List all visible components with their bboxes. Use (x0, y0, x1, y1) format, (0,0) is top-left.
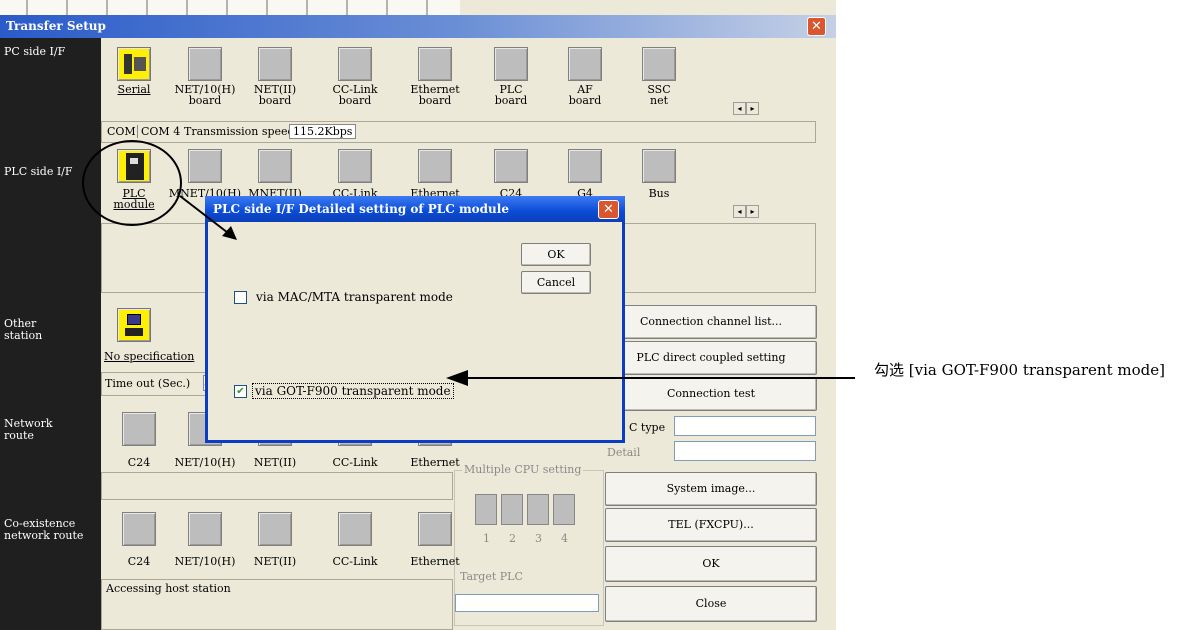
dialog-title-bar: PLC side I/F Detailed setting of PLC mod… (205, 196, 625, 222)
module-icon[interactable] (188, 149, 222, 183)
coexistence-item-label: Ethernet (410, 555, 460, 568)
board-icon[interactable] (494, 47, 528, 81)
target-plc-label: Target PLC (460, 570, 523, 583)
cpu-slot-box[interactable] (553, 494, 575, 525)
plc-type-label: C type (629, 421, 666, 434)
pc-side-item-label: NET/10(H) board (174, 83, 236, 107)
cpu-slot-number: 3 (535, 532, 542, 545)
coexistence-label: Co-existence network route (4, 517, 84, 542)
com-bar: COM COM 4 Transmission speed 115.2Kbps (101, 121, 816, 143)
plc-side-item-label: Bus (648, 187, 670, 200)
mac-mta-checkbox[interactable] (234, 291, 247, 304)
pc-side-item-label: NET(II) board (253, 83, 297, 107)
close-button[interactable]: Close (605, 586, 817, 622)
dialog-close-icon[interactable]: ✕ (598, 200, 619, 219)
pc-side-item-label: AF board (568, 83, 602, 107)
annotation-note: 勾选 [via GOT-F900 transparent mode] (874, 361, 1165, 379)
window-title: Transfer Setup (6, 19, 106, 33)
speed-value[interactable]: 115.2Kbps (289, 124, 357, 139)
multiple-cpu-legend: Multiple CPU setting (462, 463, 584, 476)
pc-scroll-left-button[interactable]: ◂ (733, 102, 746, 115)
speed-label: Transmission speed (184, 125, 295, 138)
module-icon[interactable] (258, 149, 292, 183)
cpu-slot-box[interactable] (501, 494, 523, 525)
serial-cable-icon[interactable] (117, 47, 151, 81)
accessing-text: Accessing host station (106, 582, 231, 595)
plc-module-icon[interactable] (117, 149, 151, 183)
network-route-item-label: NET(II) (253, 456, 297, 469)
module-icon[interactable] (338, 149, 372, 183)
plc-side-label: PLC side I/F (4, 165, 73, 178)
cpu-slot-box[interactable] (527, 494, 549, 525)
network-route-icon[interactable] (122, 412, 156, 446)
mac-mta-label: via MAC/MTA transparent mode (256, 290, 453, 304)
module-icon[interactable] (418, 149, 452, 183)
module-icon[interactable] (494, 149, 528, 183)
timeout-label: Time out (Sec.) (105, 377, 191, 390)
system-image-button[interactable]: System image... (605, 472, 817, 506)
title-bar: Transfer Setup ✕ (0, 15, 836, 38)
coexistence-route-icon[interactable] (338, 512, 372, 546)
timeout-bar: Time out (Sec.) 3 (101, 372, 223, 396)
network-route-item-label: NET/10(H) (174, 456, 236, 469)
plc-direct-coupled-setting-button[interactable]: PLC direct coupled setting (605, 341, 817, 375)
got-f900-checkbox[interactable]: ✔ (234, 385, 247, 398)
network-route-label: Network route (4, 417, 53, 442)
coexistence-route-icon[interactable] (418, 512, 452, 546)
connection-test-button[interactable]: Connection test (605, 377, 817, 411)
cpu-slot-number: 2 (509, 532, 516, 545)
cpu-slot-number: 4 (561, 532, 568, 545)
plc-scroll-left-button[interactable]: ◂ (733, 205, 746, 218)
dialog-ok-button[interactable]: OK (521, 243, 591, 266)
pc-side-item-label: Ethernet board (410, 83, 460, 107)
accessing-panel: Accessing host station (101, 579, 453, 630)
pc-side-item-label: PLC board (494, 83, 528, 107)
detail-label: Detail (607, 446, 641, 459)
tel-fxcpu-button[interactable]: TEL (FXCPU)... (605, 508, 817, 542)
computer-icon[interactable] (117, 308, 151, 342)
other-station-label: Other station (4, 317, 43, 342)
com-value[interactable]: COM 4 (137, 125, 180, 138)
connection-channel-list-button[interactable]: Connection channel list... (605, 305, 817, 339)
coexistence-item-label: NET(II) (253, 555, 297, 568)
pc-side-label: PC side I/F (4, 45, 66, 58)
other-station-option[interactable]: No specification (104, 350, 194, 363)
pc-side-item-label: Serial (117, 83, 151, 96)
ok-button[interactable]: OK (605, 546, 817, 582)
coexistence-item-label: NET/10(H) (174, 555, 236, 568)
detail-field[interactable] (674, 441, 816, 461)
pc-side-item-label: CC-Link board (332, 83, 378, 107)
com-label: COM (107, 125, 136, 138)
coexistence-route-icon[interactable] (122, 512, 156, 546)
background-strip-inner (0, 0, 460, 15)
cpu-slot-box[interactable] (475, 494, 497, 525)
board-icon[interactable] (258, 47, 292, 81)
coexistence-route-icon[interactable] (258, 512, 292, 546)
plc-scroll-right-button[interactable]: ▸ (746, 205, 759, 218)
got-f900-label: via GOT-F900 transparent mode (252, 383, 454, 399)
coexistence-route-icon[interactable] (188, 512, 222, 546)
cpu-slot-number: 1 (483, 532, 490, 545)
board-icon[interactable] (338, 47, 372, 81)
pc-scroll-right-button[interactable]: ▸ (746, 102, 759, 115)
dialog-title: PLC side I/F Detailed setting of PLC mod… (213, 202, 509, 216)
left-section-column: PC side I/F PLC side I/F Other station N… (0, 38, 101, 630)
module-icon[interactable] (568, 149, 602, 183)
close-icon[interactable]: ✕ (807, 17, 826, 36)
plc-side-item-label: PLC module (113, 187, 155, 211)
plc-type-field[interactable] (674, 416, 816, 436)
network-route-item-label: Ethernet (410, 456, 460, 469)
network-route-item-label: CC-Link (332, 456, 378, 469)
plc-module-detail-dialog: PLC side I/F Detailed setting of PLC mod… (205, 196, 625, 443)
network-route-panel (101, 472, 453, 500)
coexistence-item-label: CC-Link (332, 555, 378, 568)
board-icon[interactable] (418, 47, 452, 81)
board-icon[interactable] (568, 47, 602, 81)
pc-side-item-label: SSC net (647, 83, 671, 107)
dialog-cancel-button[interactable]: Cancel (521, 271, 591, 294)
module-icon[interactable] (642, 149, 676, 183)
board-icon[interactable] (188, 47, 222, 81)
target-plc-field[interactable] (455, 594, 599, 612)
board-icon[interactable] (642, 47, 676, 81)
